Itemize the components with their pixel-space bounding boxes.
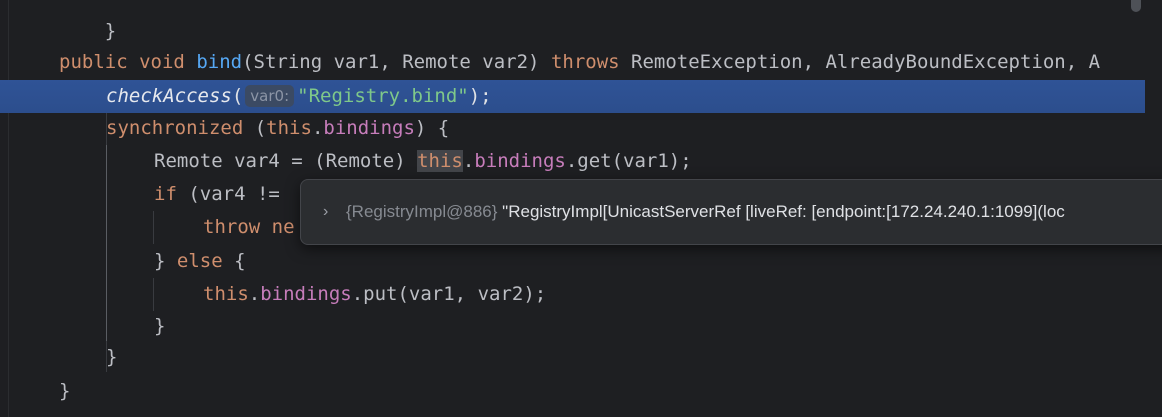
code-editor[interactable]: } public void bind(String var1, Remote v… — [0, 0, 1162, 417]
code-line-synchronized[interactable]: synchronized (this.bindings) { — [0, 112, 1145, 145]
dot: . — [248, 283, 261, 305]
brace: } — [59, 380, 71, 402]
dot: . — [311, 117, 324, 139]
code-text: public void bind(String var1, Remote var… — [59, 46, 1100, 79]
code-line-put[interactable]: this.bindings.put(var1, var2); — [0, 278, 1145, 311]
dot: . — [462, 150, 475, 172]
code-line-close-sync[interactable]: } — [0, 341, 1145, 374]
paren-open: ( — [243, 117, 267, 139]
code-text: Remote var4 = (Remote) this.bindings.get… — [154, 145, 692, 178]
code-line-close-method[interactable]: } — [0, 375, 1145, 408]
keyword-throws: throws — [550, 51, 620, 73]
field-bindings: bindings — [474, 150, 566, 172]
vertical-scrollbar-thumb[interactable] — [1131, 0, 1141, 12]
code-text: this.bindings.put(var1, var2); — [203, 278, 546, 311]
code-line-signature[interactable]: public void bind(String var1, Remote var… — [0, 46, 1145, 79]
keyword-new-partial: ne — [260, 216, 295, 238]
code-text: throw ne — [203, 211, 295, 244]
keyword-this-hovered[interactable]: this — [417, 150, 463, 172]
method-params: (String var1, Remote var2) — [242, 51, 551, 73]
method-call: checkAccess — [106, 85, 232, 107]
keyword-synchronized: synchronized — [106, 117, 244, 139]
brace: { — [222, 250, 246, 272]
expand-chevron-icon[interactable]: › — [323, 180, 328, 244]
keyword-public: public — [59, 51, 128, 73]
code-text: synchronized (this.bindings) { — [106, 112, 449, 145]
brace: } — [106, 346, 118, 368]
field-bindings: bindings — [323, 117, 415, 139]
keyword-void: void — [139, 51, 185, 73]
paren-close: ); — [468, 85, 492, 107]
method-call: .get(var1); — [565, 150, 692, 172]
brace: } — [154, 315, 166, 337]
code-line-remote-var4[interactable]: Remote var4 = (Remote) this.bindings.get… — [0, 145, 1145, 178]
object-reference: {RegistryImpl@886} — [346, 202, 498, 221]
keyword-if: if — [154, 183, 177, 205]
code-text: if (var4 != — [154, 178, 280, 211]
paren-open: ( — [231, 85, 244, 107]
method-call: .put(var1, var2); — [351, 283, 547, 305]
code-text: checkAccess(var0: "Registry.bind"); — [106, 80, 492, 113]
string-literal: "Registry.bind" — [297, 85, 469, 107]
object-value: "RegistryImpl[UnicastServerRef [liveRef:… — [497, 202, 1065, 221]
keyword-throw: throw — [203, 216, 261, 238]
code-line-execution-point[interactable]: checkAccess(var0: "Registry.bind"); — [0, 80, 1145, 113]
code-text: } else { — [154, 245, 246, 278]
tooltip-text: {RegistryImpl@886} "RegistryImpl[Unicast… — [346, 180, 1065, 244]
parameter-hint: var0: — [245, 85, 295, 107]
debug-value-tooltip[interactable]: › {RegistryImpl@886} "RegistryImpl[Unica… — [300, 179, 1162, 245]
exception-list: RemoteException, AlreadyBoundException, … — [619, 51, 1101, 73]
code-line-else[interactable]: } else { — [0, 245, 1145, 278]
brace: } — [154, 250, 177, 272]
code-line-prev-brace: } — [59, 0, 116, 42]
keyword-else: else — [176, 250, 223, 272]
condition: (var4 != — [176, 183, 280, 205]
field-bindings: bindings — [260, 283, 352, 305]
method-name: bind — [196, 51, 243, 73]
code-line-close-inner[interactable]: } — [0, 310, 1145, 343]
brace-text: } — [104, 20, 117, 42]
declaration: Remote var4 = (Remote) — [154, 150, 418, 172]
paren-close: ) { — [414, 117, 450, 139]
keyword-this: this — [203, 283, 249, 305]
keyword-this: this — [266, 117, 312, 139]
